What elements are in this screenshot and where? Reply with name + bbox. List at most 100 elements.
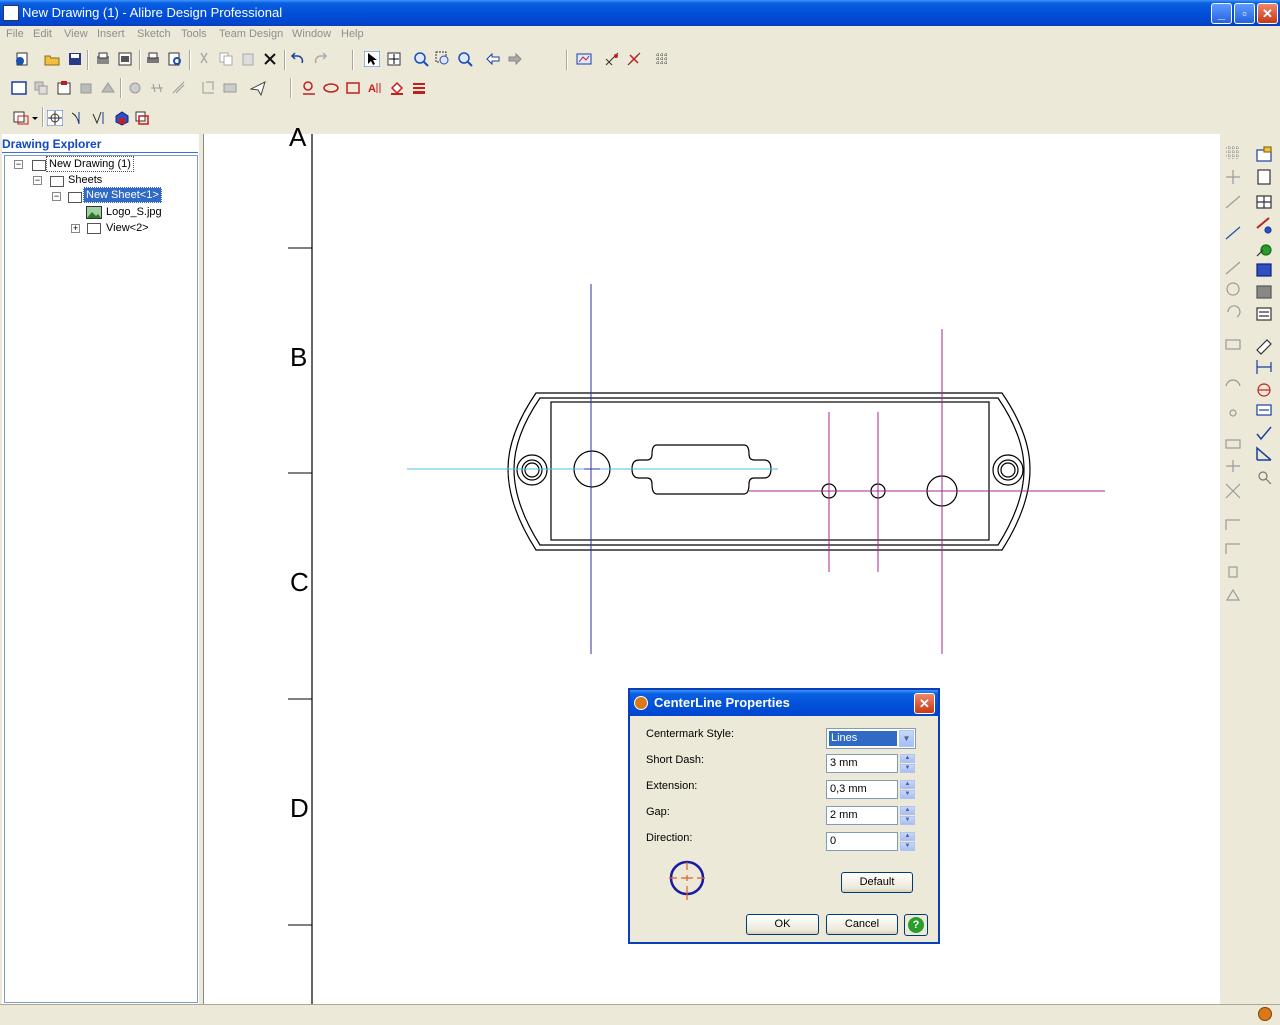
spin-up-icon[interactable]: ▲ (900, 832, 915, 841)
delete-icon[interactable] (262, 51, 278, 67)
tree-item-sheets[interactable]: Sheets (66, 174, 104, 186)
extension-input[interactable]: 0,3 mm (826, 780, 898, 799)
help-button[interactable]: ? (904, 914, 928, 936)
short-dash-input[interactable]: 3 mm (826, 754, 898, 773)
extension-spinner[interactable]: ▲ ▼ (900, 780, 915, 799)
tree-item-logo[interactable]: Logo_S.jpg (104, 206, 164, 218)
expand-view-toggle[interactable]: + (71, 224, 80, 233)
tree-item-drawing[interactable]: New Drawing (1) (46, 156, 134, 172)
sheet-icon[interactable] (11, 80, 27, 96)
open-icon[interactable] (44, 51, 60, 67)
insert-standard-view-icon[interactable] (56, 80, 72, 96)
hatch-icon[interactable] (113, 110, 129, 126)
zone-label-d: D (290, 793, 309, 823)
menu-team-design[interactable]: Team Design (219, 28, 283, 40)
spin-down-icon[interactable]: ▼ (900, 790, 915, 799)
spin-down-icon[interactable]: ▼ (900, 842, 915, 851)
next-view-icon[interactable] (507, 51, 523, 67)
pan-icon[interactable] (386, 51, 402, 67)
zone-label-b: B (290, 342, 308, 372)
help-icon: ? (908, 917, 924, 933)
tree-item-logo-label: Logo_S.jpg (106, 206, 162, 218)
close-button[interactable]: ✕ (1257, 3, 1278, 24)
bolt-circle-icon[interactable] (91, 110, 107, 126)
menu-window[interactable]: Window (292, 28, 331, 40)
spin-up-icon[interactable]: ▲ (900, 780, 915, 789)
dialog-title: CenterLine Properties (654, 695, 790, 710)
chevron-down-icon[interactable]: ▼ (899, 730, 914, 747)
toolbar-separator (290, 78, 292, 98)
direction-spinner[interactable]: ▲ ▼ (900, 832, 915, 851)
minimize-button[interactable]: _ (1211, 3, 1232, 24)
previous-view-icon[interactable] (485, 51, 501, 67)
menu-view[interactable]: View (64, 28, 88, 40)
tree-item-new-sheet[interactable]: New Sheet<1> (83, 187, 162, 203)
default-button[interactable]: Default (841, 872, 913, 893)
menu-insert[interactable]: Insert (97, 28, 125, 40)
zoom-in-icon[interactable] (413, 51, 429, 67)
zoom-window-icon[interactable] (435, 51, 451, 67)
tree-item-view[interactable]: View<2> (104, 222, 151, 234)
zoom-fit-icon[interactable] (457, 51, 473, 67)
maximize-button[interactable]: ▫ (1234, 3, 1255, 24)
grid-icon[interactable] (654, 51, 670, 67)
ellipse-icon[interactable] (323, 80, 339, 96)
text-icon[interactable]: A (367, 80, 383, 96)
gap-label: Gap: (646, 806, 670, 818)
toolbar-separator (352, 50, 354, 70)
toolbar-separator (42, 107, 44, 127)
undo-icon[interactable] (290, 51, 306, 67)
print-preview-icon[interactable] (167, 51, 183, 67)
spin-down-icon[interactable]: ▼ (900, 764, 915, 773)
collapse-sheet-toggle[interactable]: − (52, 192, 61, 201)
print-setup-icon[interactable] (95, 51, 111, 67)
gap-spinner[interactable]: ▲ ▼ (900, 806, 915, 825)
save-icon[interactable] (67, 51, 83, 67)
spin-down-icon[interactable]: ▼ (900, 816, 915, 825)
centermark-preview-icon (669, 860, 705, 900)
short-dash-spinner[interactable]: ▲ ▼ (900, 754, 915, 773)
direction-input[interactable]: 0 (826, 832, 898, 851)
rectangle-icon[interactable] (345, 80, 361, 96)
spin-up-icon[interactable]: ▲ (900, 754, 915, 763)
toolbar-separator (284, 50, 286, 70)
dropdown-arrow-icon[interactable] (30, 110, 40, 126)
menu-sketch[interactable]: Sketch (137, 28, 171, 40)
constraint-icon[interactable] (626, 51, 642, 67)
gap-input[interactable]: 2 mm (826, 806, 898, 825)
centermark-style-label: Centermark Style: (646, 728, 735, 740)
dialog-title-bar[interactable]: CenterLine Properties ✕ (630, 690, 938, 716)
tree-item-sheets-label: Sheets (68, 174, 103, 186)
app-icon[interactable] (3, 5, 19, 21)
centerline-properties-dialog: CenterLine Properties ✕ Centermark Style… (628, 688, 940, 944)
collapse-drawing-toggle[interactable]: − (14, 160, 23, 169)
properties-icon[interactable] (117, 51, 133, 67)
send-icon[interactable] (250, 80, 266, 96)
menu-help[interactable]: Help (341, 28, 364, 40)
app-logo-icon (1258, 1007, 1272, 1021)
print-icon[interactable] (145, 51, 161, 67)
select-arrow-icon[interactable] (364, 51, 380, 67)
collapse-sheets-toggle[interactable]: − (33, 176, 42, 185)
spin-up-icon[interactable]: ▲ (900, 806, 915, 815)
tree-item-drawing-label: New Drawing (1) (46, 156, 134, 172)
design-explorer-icon[interactable] (576, 51, 592, 67)
menu-tools[interactable]: Tools (181, 28, 207, 40)
centermark-style-select[interactable]: Lines ▼ (826, 728, 916, 749)
folder-icon (50, 176, 64, 187)
new-icon[interactable] (14, 51, 30, 67)
fill-icon[interactable] (389, 80, 405, 96)
sketch-line-icon[interactable] (301, 80, 317, 96)
cancel-button[interactable]: Cancel (826, 914, 898, 935)
hole-callout-icon[interactable] (134, 110, 150, 126)
dialog-close-button[interactable]: ✕ (914, 693, 935, 714)
line-weight-icon[interactable] (411, 80, 427, 96)
menu-file[interactable]: File (6, 28, 24, 40)
drawing-tree (4, 155, 198, 1003)
sketch-analysis-icon[interactable] (604, 51, 620, 67)
ok-button[interactable]: OK (746, 914, 819, 935)
centerline-icon[interactable] (69, 110, 85, 126)
centermark-icon[interactable] (47, 110, 63, 126)
view-style-icon[interactable] (13, 110, 29, 126)
menu-edit[interactable]: Edit (33, 28, 52, 40)
